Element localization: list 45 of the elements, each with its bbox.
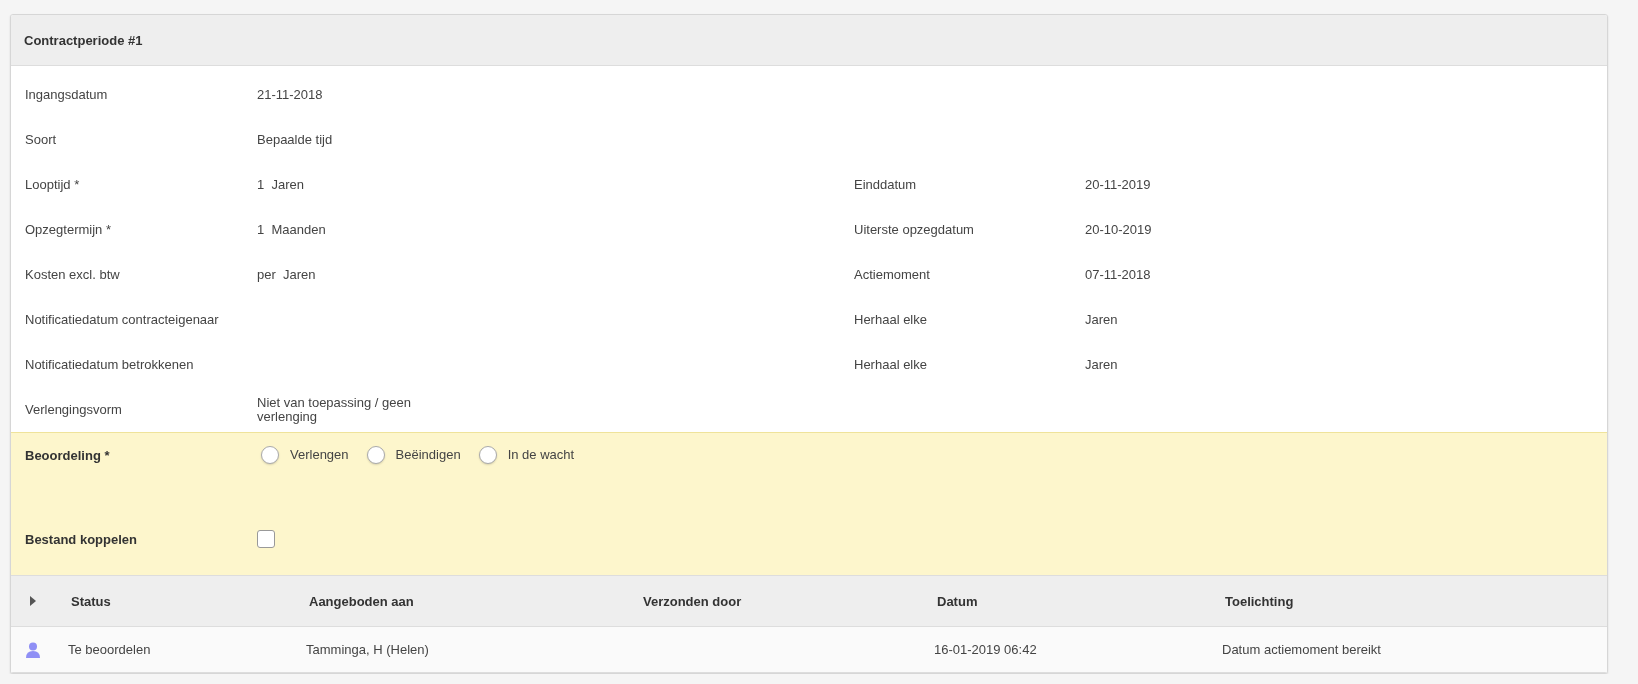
field-label: Uiterste opzegdatum — [854, 222, 975, 237]
field-value: Jaren — [1085, 312, 1119, 327]
table-cell-text: Tamminga, H (Helen) — [305, 642, 430, 657]
table-cell-text: Te beoordelen — [67, 642, 152, 657]
field-label: Opzegtermijn * — [25, 222, 112, 237]
field-label: Ingangsdatum — [25, 87, 109, 102]
radio-label[interactable]: Verlengen — [290, 448, 349, 462]
field-value: 20-10-2019 — [1085, 222, 1153, 237]
field-label: Herhaal elke — [854, 312, 928, 327]
field-value: 1 Maanden — [257, 222, 327, 237]
field-label: Bestand koppelen — [25, 531, 138, 547]
field-label: Actiemoment — [854, 267, 931, 282]
field-value: Niet van toepassing / geen verlenging — [257, 395, 412, 424]
field-label: Looptijd * — [25, 177, 81, 192]
field-value: per Jaren — [257, 267, 317, 282]
radio-label[interactable]: In de wacht — [507, 448, 575, 462]
field-value: 20-11-2019 — [1085, 177, 1152, 192]
field-label: Soort — [25, 132, 58, 147]
checkbox[interactable] — [257, 530, 275, 548]
caret-icon[interactable] — [30, 596, 36, 606]
field-value: Jaren — [1085, 357, 1119, 372]
column-header: Status — [70, 593, 112, 609]
column-header: Datum — [936, 593, 979, 609]
column-header: Aangeboden aan — [308, 593, 415, 609]
radio-button[interactable] — [261, 446, 279, 464]
field-label: Notificatiedatum betrokkenen — [25, 357, 195, 372]
person-icon — [26, 641, 40, 658]
field-value: Bepaalde tijd — [257, 132, 334, 147]
field-label: Notificatiedatum contracteigenaar — [25, 312, 220, 327]
field-label: Herhaal elke — [854, 357, 928, 372]
field-value: 1 Jaren — [257, 177, 305, 192]
radio-label[interactable]: Beëindigen — [395, 448, 461, 462]
field-label: Kosten excl. btw — [25, 267, 121, 282]
radio-button[interactable] — [366, 446, 385, 464]
column-header: Verzonden door — [642, 593, 743, 609]
panel-title: Contractperiode #1 — [24, 32, 143, 48]
field-label: Beoordeling * — [25, 447, 111, 463]
table-cell-text: 16-01-2019 06:42 — [933, 642, 1038, 657]
column-header: Toelichting — [1224, 593, 1295, 609]
field-label: Einddatum — [854, 177, 918, 192]
field-value: 21-11-2018 — [257, 87, 324, 102]
table-cell-text: Datum actiemoment bereikt — [1221, 642, 1382, 657]
field-value: 07-11-2018 — [1085, 267, 1152, 282]
radio-button[interactable] — [478, 446, 497, 464]
field-label: Verlengingsvorm — [25, 402, 123, 417]
